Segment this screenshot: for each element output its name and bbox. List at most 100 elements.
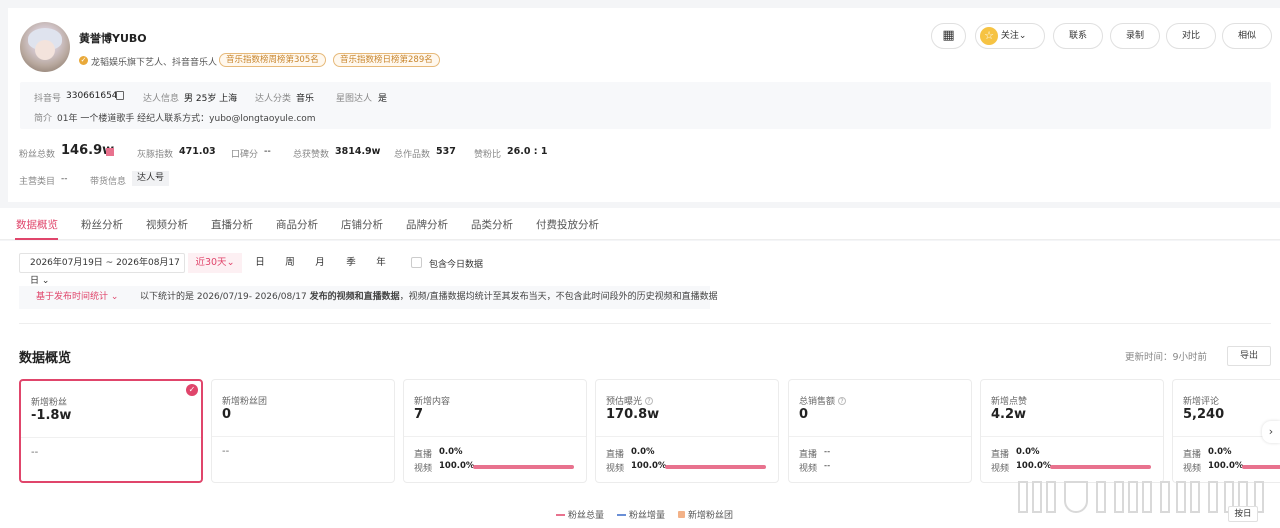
- video-value: 100.0%: [439, 461, 475, 471]
- contact-button[interactable]: 联系: [1053, 23, 1103, 49]
- section-title: 数据概览: [19, 351, 72, 366]
- include-today-label: 包含今日数据: [429, 260, 484, 270]
- card-label: 新增点赞: [991, 397, 1028, 407]
- range-day[interactable]: 日: [249, 253, 271, 273]
- video-share-bar: [1242, 465, 1280, 469]
- tab-overview[interactable]: 数据概览: [16, 217, 58, 232]
- live-value: --: [824, 447, 831, 457]
- follow-button[interactable]: ☆ 关注⌄: [975, 23, 1045, 49]
- legend-label: 粉丝增量: [629, 511, 666, 521]
- range-year[interactable]: 年: [370, 253, 392, 273]
- similar-button[interactable]: 相似: [1222, 23, 1272, 49]
- metric-card-new-fans[interactable]: ✓ 新增粉丝 -1.8w --: [19, 379, 203, 483]
- talent-info-label: 达人信息: [143, 94, 180, 104]
- stat-value-index: 471.03: [179, 146, 216, 157]
- stat-label-reputation: 口碑分: [231, 150, 259, 160]
- date-range-picker[interactable]: 2026年07月19日 ~ 2026年08月17日 ⌄: [19, 253, 185, 286]
- video-value: --: [824, 461, 831, 471]
- range-week[interactable]: 周: [279, 253, 301, 273]
- card-value: 4.2w: [991, 407, 1027, 422]
- video-label: 视频: [414, 464, 433, 474]
- metric-card-new-content[interactable]: 新增内容 7 直播 0.0% 视频 100.0%: [403, 379, 587, 483]
- metric-card-new-likes[interactable]: 新增点赞 4.2w 直播 0.0% 视频 100.0%: [980, 379, 1164, 483]
- card-label-text: 预估曝光: [606, 397, 643, 407]
- tab-video[interactable]: 视频分析: [146, 217, 188, 232]
- card-label: 新增评论: [1183, 397, 1220, 407]
- legend-swatch: [556, 514, 565, 516]
- profile-desc: 龙韬娱乐旗下艺人、抖音音乐人: [91, 58, 218, 68]
- range-quarter[interactable]: 季: [340, 253, 362, 273]
- legend-swatch: [617, 514, 626, 516]
- tab-category[interactable]: 品类分析: [471, 217, 513, 232]
- record-button[interactable]: 录制: [1110, 23, 1160, 49]
- talent-category-value: 音乐: [296, 94, 315, 104]
- rank-tag-daily[interactable]: 音乐指数榜日榜第289名: [333, 53, 440, 67]
- goods-info-tag: 达人号: [132, 171, 170, 186]
- star-talent-value: 是: [378, 94, 388, 104]
- card-value: 7: [414, 407, 424, 422]
- follow-label: 关注: [1000, 31, 1019, 41]
- intro-value: 01年 一个楼道歌手 经纪人联系方式：yubo@longtaoyule.com: [57, 114, 316, 124]
- update-time: 更新时间：9小时前: [1125, 352, 1208, 363]
- tab-brand[interactable]: 品牌分析: [406, 217, 448, 232]
- card-value: 170.8w: [606, 407, 660, 422]
- video-label: 视频: [991, 464, 1010, 474]
- tab-live[interactable]: 直播分析: [211, 217, 253, 232]
- card-value: -1.8w: [31, 408, 72, 423]
- card-label: 预估曝光?: [606, 394, 654, 407]
- legend-label: 新增粉丝团: [688, 511, 734, 521]
- metric-card-total-sales[interactable]: 总销售额? 0 直播 -- 视频 --: [788, 379, 972, 483]
- tab-underline: [15, 238, 58, 240]
- video-share-bar: [1050, 465, 1151, 469]
- legend-fans-increase[interactable]: 粉丝增量: [617, 508, 665, 521]
- video-share-bar: [473, 465, 574, 469]
- include-today-checkbox[interactable]: [411, 257, 422, 268]
- avatar[interactable]: [20, 22, 70, 72]
- check-icon: ✓: [186, 384, 198, 396]
- verified-icon: ✓: [79, 56, 88, 65]
- legend-swatch: [678, 511, 685, 518]
- live-value: 0.0%: [631, 447, 655, 457]
- intro-label: 简介: [34, 114, 53, 124]
- metric-card-new-fan-club[interactable]: 新增粉丝团 0 --: [211, 379, 395, 483]
- tab-shop[interactable]: 店铺分析: [341, 217, 383, 232]
- chevron-right-icon[interactable]: ›: [1262, 421, 1280, 443]
- compare-button[interactable]: 对比: [1166, 23, 1216, 49]
- metric-card-est-exposure[interactable]: 预估曝光? 170.8w 直播 0.0% 视频 100.0%: [595, 379, 779, 483]
- live-value: 0.0%: [1208, 447, 1232, 457]
- video-label: 视频: [606, 464, 625, 474]
- stat-notice-bar: 基于发布时间统计 ⌄ 以下统计的是 2026/07/19- 2026/08/17…: [19, 286, 718, 309]
- help-icon[interactable]: ?: [645, 397, 654, 405]
- chevron-down-icon: ⌄: [110, 292, 119, 302]
- help-icon[interactable]: ?: [838, 397, 847, 405]
- legend-fans-total[interactable]: 粉丝总量: [556, 508, 604, 521]
- analysis-tabs: 数据概览 粉丝分析 视频分析 直播分析 商品分析 店铺分析 品牌分析 品类分析 …: [0, 208, 1280, 240]
- qrcode-button[interactable]: ▦: [931, 23, 966, 49]
- date-range-value: 2026年07月19日 ~ 2026年08月17日: [30, 258, 180, 286]
- card-value: 0: [222, 407, 232, 422]
- range-30days-label: 近30天: [195, 257, 227, 268]
- qrcode-icon: ▦: [942, 28, 955, 43]
- stat-basis-dropdown[interactable]: 基于发布时间统计 ⌄: [36, 286, 118, 309]
- talent-category-label: 达人分类: [255, 94, 292, 104]
- live-label: 直播: [606, 450, 625, 460]
- tab-paid[interactable]: 付费投放分析: [536, 217, 599, 232]
- range-30days[interactable]: 近30天⌄: [188, 253, 242, 273]
- profile-name: 黄誉博YUBO: [79, 32, 147, 45]
- main-category-label: 主营类目: [19, 177, 56, 187]
- legend-new-fan-club[interactable]: 新增粉丝团: [678, 508, 733, 521]
- range-month[interactable]: 月: [309, 253, 331, 273]
- live-label: 直播: [414, 450, 433, 460]
- stat-value-works: 537: [436, 146, 456, 157]
- tab-goods[interactable]: 商品分析: [276, 217, 318, 232]
- notice-text: 以下统计的是 2026/07/19- 2026/08/17 发布的视频和直播数据…: [140, 286, 718, 309]
- video-share-bar: [665, 465, 766, 469]
- tab-fans[interactable]: 粉丝分析: [81, 217, 123, 232]
- copy-icon[interactable]: [116, 91, 124, 100]
- live-value: 0.0%: [1016, 447, 1040, 457]
- video-label: 视频: [1183, 464, 1202, 474]
- export-button[interactable]: 导出: [1227, 346, 1271, 366]
- rank-tag-weekly[interactable]: 音乐指数榜周榜第305名: [219, 53, 326, 67]
- granularity-button[interactable]: 按日: [1228, 506, 1258, 522]
- profile-header: 黄誉博YUBO ✓ 龙韬娱乐旗下艺人、抖音音乐人 音乐指数榜周榜第305名 音乐…: [8, 8, 1280, 202]
